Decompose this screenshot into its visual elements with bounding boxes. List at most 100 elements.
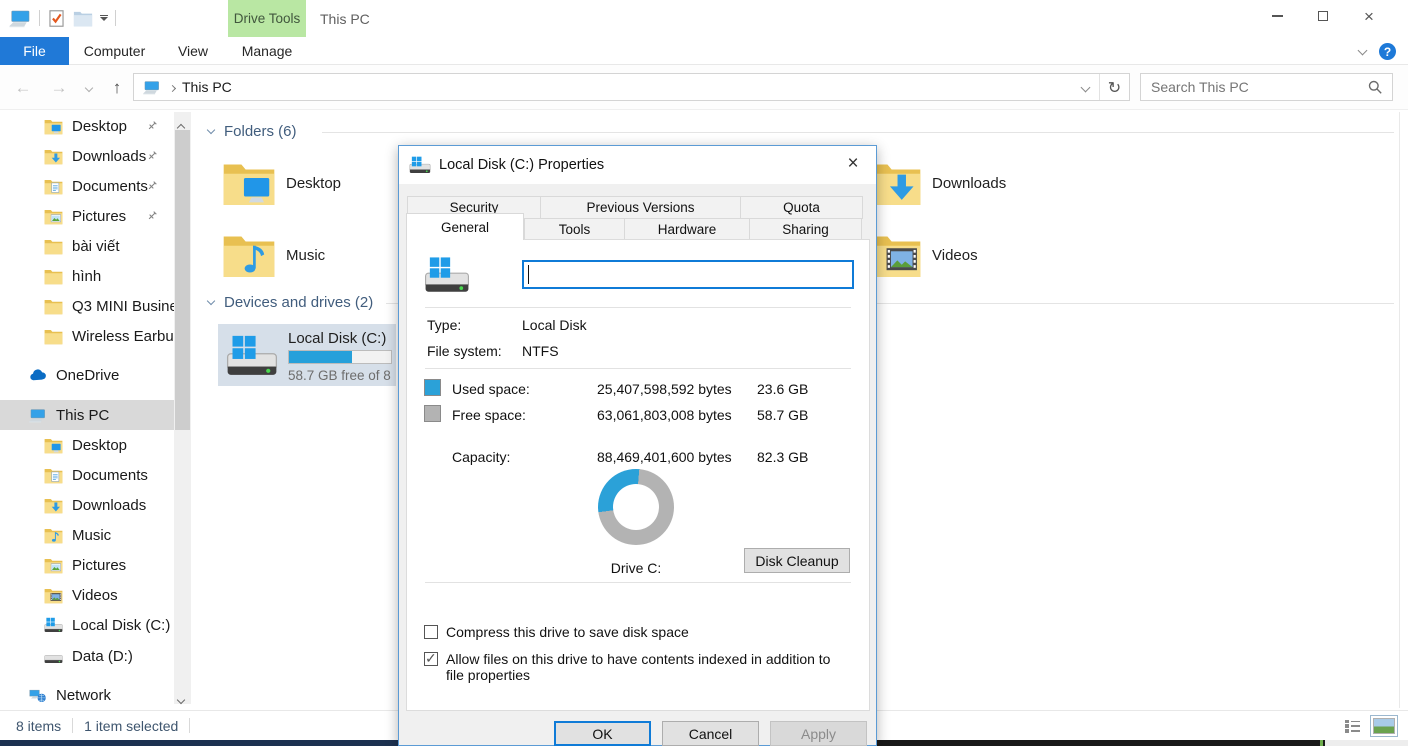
window-title: This PC [320, 11, 370, 27]
address-bar[interactable]: This PC ↻ [133, 73, 1130, 101]
separator [425, 368, 851, 369]
disk-cleanup-button[interactable]: Disk Cleanup [744, 548, 850, 573]
sidebar-item-data-d[interactable]: Data (D:) [0, 641, 174, 671]
sidebar-item-onedrive[interactable]: OneDrive [0, 360, 174, 390]
group-header-folders[interactable]: Folders (6) [208, 123, 297, 140]
sidebar-item-documents[interactable]: Documents [0, 171, 174, 201]
general-tab-page: Type: Local Disk File system: NTFS Used … [406, 239, 870, 711]
tab-tools[interactable]: Tools [524, 218, 625, 240]
type-label: Type: [427, 317, 461, 333]
scroll-down-icon[interactable] [178, 690, 184, 708]
quick-access-toolbar [8, 5, 116, 31]
breadcrumb-chevron-icon[interactable] [170, 78, 175, 96]
breadcrumb[interactable]: This PC [182, 79, 232, 95]
music-folder-icon [222, 231, 276, 279]
history-dropdown-icon[interactable] [80, 65, 98, 110]
refresh-icon[interactable]: ↻ [1099, 74, 1129, 100]
tile-music[interactable]: Music [222, 224, 402, 286]
scrollbar-thumb[interactable] [175, 130, 190, 430]
tile-downloads[interactable]: Downloads [868, 152, 1048, 214]
tile-desktop[interactable]: Desktop [222, 152, 402, 214]
tab-file[interactable]: File [0, 37, 69, 65]
ok-button[interactable]: OK [554, 721, 651, 746]
tab-computer[interactable]: Computer [69, 37, 160, 65]
tile-videos[interactable]: Videos [868, 224, 1048, 286]
sidebar-item-pictures[interactable]: Pictures [0, 201, 174, 231]
documents-folder-icon [44, 467, 63, 484]
sidebar-scrollbar[interactable] [174, 112, 191, 704]
sidebar-item-bai-viet[interactable]: bài viết [0, 231, 174, 261]
forward-button[interactable]: → [46, 65, 72, 110]
sidebar-item-videos[interactable]: Videos [0, 580, 174, 610]
folder-icon [44, 328, 63, 345]
network-icon [28, 687, 47, 704]
collapse-group-icon[interactable] [207, 126, 215, 134]
back-button[interactable]: ← [10, 65, 36, 110]
apply-button[interactable]: Apply [770, 721, 867, 746]
onedrive-icon [28, 367, 47, 384]
capacity-bytes: 88,469,401,600 bytes [597, 449, 732, 465]
search-box[interactable] [1140, 73, 1393, 101]
sidebar-item-q3-mini[interactable]: Q3 MINI Busines [0, 291, 174, 321]
capacity-size: 82.3 GB [757, 449, 808, 465]
collapse-group-icon[interactable] [207, 297, 215, 305]
tab-sharing[interactable]: Sharing [749, 218, 862, 240]
drive-name-input[interactable] [522, 260, 854, 289]
content-scrollbar[interactable] [1399, 112, 1400, 708]
group-header-devices[interactable]: Devices and drives (2) [208, 294, 373, 311]
up-button[interactable]: ↑ [104, 65, 130, 110]
properties-dialog: Local Disk (C:) Properties × Security Pr… [398, 145, 877, 746]
pin-icon [146, 180, 158, 192]
sidebar-item-desktop[interactable]: Desktop [0, 111, 174, 141]
sidebar-item-network[interactable]: Network [0, 680, 174, 710]
pin-icon [146, 210, 158, 222]
pictures-folder-icon [44, 557, 63, 574]
tab-manage[interactable]: Manage [228, 37, 306, 65]
dialog-close-button[interactable]: × [836, 148, 870, 180]
context-tab-drive-tools[interactable]: Drive Tools [228, 0, 306, 37]
file-explorer-window: Drive Tools This PC × File Computer View… [0, 0, 1408, 746]
search-input[interactable] [1141, 79, 1367, 95]
sidebar-item-pictures-pc[interactable]: Pictures [0, 550, 174, 580]
sidebar-item-music[interactable]: Music [0, 520, 174, 550]
sidebar-item-hinh[interactable]: hình [0, 261, 174, 291]
search-icon[interactable] [1367, 79, 1383, 95]
minimize-button[interactable] [1254, 0, 1300, 32]
tab-previous-versions[interactable]: Previous Versions [540, 196, 741, 219]
tab-hardware[interactable]: Hardware [624, 218, 750, 240]
view-toggles [1344, 715, 1398, 737]
maximize-button[interactable] [1300, 0, 1346, 32]
sidebar-item-desktop-pc[interactable]: Desktop [0, 430, 174, 460]
sidebar-item-this-pc[interactable]: This PC [0, 400, 174, 430]
address-dropdown-icon[interactable] [1071, 74, 1099, 100]
sidebar-item-local-disk-c[interactable]: Local Disk (C:) [0, 610, 174, 640]
index-checkbox-label[interactable]: Allow files on this drive to have conten… [446, 652, 842, 683]
sidebar-item-downloads-pc[interactable]: Downloads [0, 490, 174, 520]
tab-view[interactable]: View [160, 37, 226, 65]
sidebar-item-downloads[interactable]: Downloads [0, 141, 174, 171]
large-icons-view-button[interactable] [1370, 715, 1398, 737]
cancel-button[interactable]: Cancel [662, 721, 759, 746]
index-checkbox[interactable]: ✓ [424, 652, 438, 666]
tab-general[interactable]: General [406, 213, 524, 240]
customize-toolbar-icon[interactable] [100, 15, 108, 22]
close-button[interactable]: × [1346, 0, 1392, 32]
sidebar-item-documents-pc[interactable]: Documents [0, 460, 174, 490]
items-count: 8 items [16, 718, 61, 734]
compress-checkbox-label[interactable]: Compress this drive to save disk space [446, 625, 846, 641]
details-view-button[interactable] [1344, 719, 1361, 734]
compress-checkbox[interactable] [424, 625, 438, 639]
documents-folder-icon [44, 178, 63, 195]
properties-icon[interactable] [47, 9, 66, 28]
desktop-folder-icon [44, 118, 63, 135]
tab-quota[interactable]: Quota [740, 196, 863, 219]
this-pc-icon[interactable] [8, 8, 32, 29]
collapse-ribbon-icon[interactable] [1358, 46, 1368, 56]
pictures-folder-icon [44, 208, 63, 225]
folder-icon [44, 298, 63, 315]
maximize-icon [1318, 11, 1328, 21]
sidebar-item-wireless-earbuds[interactable]: Wireless Earbuds [0, 321, 174, 351]
new-folder-icon[interactable] [73, 10, 93, 27]
help-icon[interactable]: ? [1379, 43, 1396, 60]
tile-local-disk-c[interactable]: Local Disk (C:) 58.7 GB free of 8 [218, 324, 396, 386]
